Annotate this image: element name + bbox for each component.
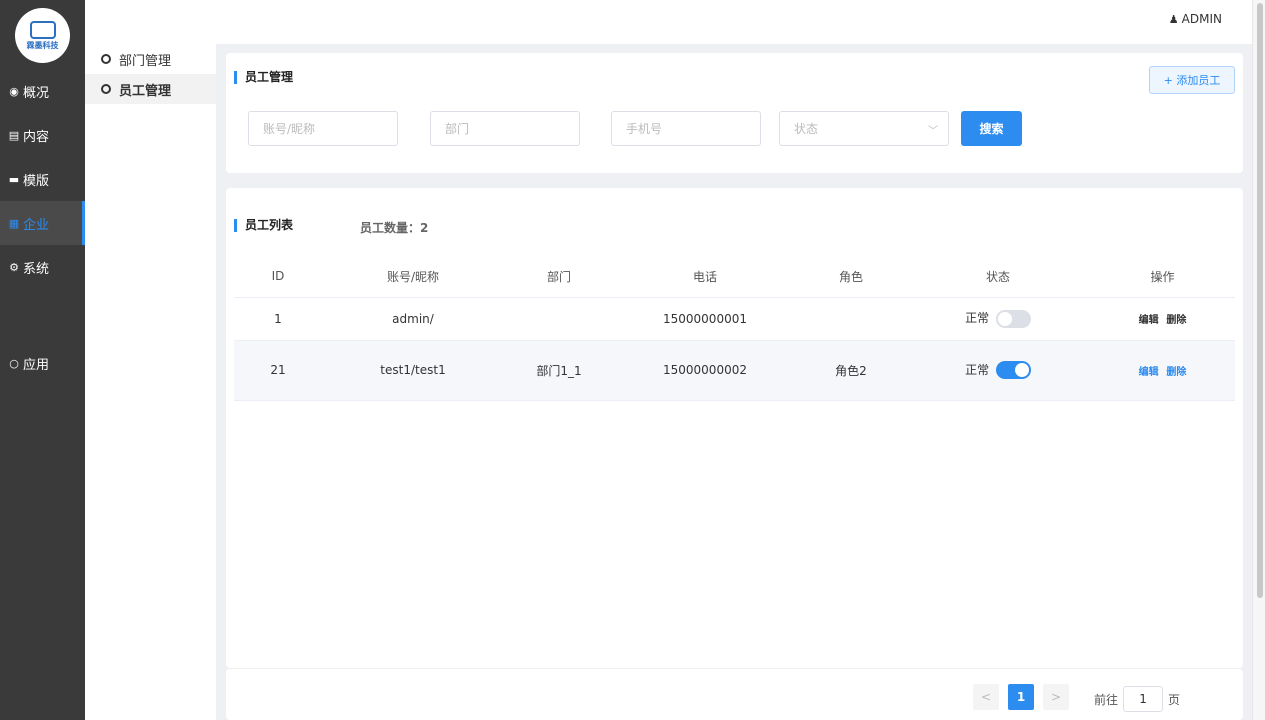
column-header: ID (234, 256, 322, 298)
employee-count: 员工数量：2 (360, 221, 429, 235)
main-sidebar: 霖墨科技 ◉ 概况 ▤ 内容 ▬ 模版 ▦ 企业 ⚙ 系统 ○ 应用 (0, 0, 85, 720)
department-input[interactable]: 部门 (430, 111, 580, 146)
page-number-button[interactable]: 1 (1008, 684, 1034, 710)
toggle-knob (997, 311, 1012, 326)
status-toggle[interactable] (995, 309, 1031, 328)
column-header: 账号/昵称 (322, 256, 504, 298)
sidebar-item-label: 应用 (23, 357, 50, 373)
employee-table: ID 账号/昵称 部门 电话 角色 状态 操作 1 admin/ 1500000… (234, 256, 1235, 401)
page-jumper: 前往 1 页 (1094, 686, 1180, 712)
status-select[interactable]: 状态 ﹀ (779, 111, 949, 146)
sidebar-item-system[interactable]: ⚙ 系统 (0, 245, 85, 289)
cell-role: 角色2 (796, 340, 906, 401)
column-header: 状态 (906, 256, 1090, 298)
status-select-placeholder: 状态 (794, 122, 819, 136)
edit-link[interactable]: 编辑 (1139, 315, 1159, 326)
sidebar-item-label: 企业 (23, 217, 50, 233)
edit-link[interactable]: 编辑 (1139, 367, 1159, 378)
cell-id: 1 (234, 297, 322, 341)
submenu-item-label: 员工管理 (119, 83, 172, 99)
cell-status: 正常 (906, 340, 1090, 401)
submenu-item-label: 部门管理 (119, 53, 172, 69)
status-text: 正常 (965, 362, 990, 377)
column-header: 角色 (796, 256, 906, 298)
toggle-knob (1014, 363, 1029, 378)
table-header-row: ID 账号/昵称 部门 电话 角色 状态 操作 (234, 256, 1235, 298)
page-jump-input[interactable]: 1 (1123, 686, 1164, 712)
next-page-button[interactable]: > (1043, 684, 1069, 710)
cell-actions: 编辑 删除 (1090, 297, 1235, 341)
goto-label: 前往 (1094, 692, 1119, 707)
submenu-item-departments[interactable]: 部门管理 (85, 44, 216, 74)
chevron-down-icon: ﹀ (928, 126, 938, 137)
cell-account: test1/test1 (322, 340, 504, 401)
page-scrollbar[interactable] (1252, 0, 1265, 720)
sidebar-item-label: 模版 (23, 173, 50, 189)
logo-text: 霖墨科技 (26, 40, 59, 50)
delete-link[interactable]: 删除 (1166, 367, 1186, 378)
cell-status: 正常 (906, 297, 1090, 341)
status-text: 正常 (965, 311, 990, 326)
dashboard-icon: ◉ (9, 84, 19, 98)
sidebar-item-label: 内容 (23, 129, 50, 145)
secondary-menu: 部门管理 员工管理 (85, 44, 216, 720)
cell-id: 21 (234, 340, 322, 401)
circle-icon (101, 54, 111, 64)
column-header: 部门 (504, 256, 614, 298)
phone-input[interactable]: 手机号 (611, 111, 761, 146)
user-name: ADMIN (1181, 12, 1222, 26)
enterprise-icon: ▦ (8, 216, 20, 230)
section-title: 员工列表 (234, 219, 293, 232)
prev-page-button[interactable]: < (973, 684, 999, 710)
user-menu[interactable]: ♟ ADMIN (1169, 12, 1222, 26)
circle-icon (101, 84, 111, 94)
logo-image (29, 20, 56, 39)
sidebar-item-label: 系统 (23, 261, 50, 277)
page-suffix: 页 (1168, 692, 1181, 707)
employee-list-panel: 员工列表 员工数量：2 ID 账号/昵称 部门 电话 角色 状态 操作 1 ad… (226, 188, 1243, 668)
column-header: 电话 (614, 256, 796, 298)
cell-account: admin/ (322, 297, 504, 341)
cell-actions: 编辑 删除 (1090, 340, 1235, 401)
cell-phone: 15000000002 (614, 340, 796, 401)
section-title: 员工管理 (234, 71, 293, 84)
pagination: < 1 > 前往 1 页 (226, 668, 1243, 720)
sidebar-item-apps[interactable]: ○ 应用 (0, 341, 85, 385)
top-header: ♟ ADMIN (85, 0, 1252, 44)
sidebar-item-overview[interactable]: ◉ 概况 (0, 69, 85, 113)
cell-phone: 15000000001 (614, 297, 796, 341)
column-header: 操作 (1090, 256, 1235, 298)
scrollbar-thumb[interactable] (1257, 3, 1263, 598)
search-panel: 员工管理 + 添加员工 账号/昵称 部门 手机号 状态 ﹀ 搜索 (226, 53, 1243, 173)
account-input[interactable]: 账号/昵称 (248, 111, 398, 146)
cell-department (504, 297, 614, 341)
search-button[interactable]: 搜索 (961, 111, 1022, 146)
logo-mark: 霖墨科技 (26, 20, 59, 51)
circle-icon: ○ (9, 356, 19, 370)
sidebar-item-template[interactable]: ▬ 模版 (0, 157, 85, 201)
person-icon: ♟ (1168, 12, 1179, 26)
sidebar-item-label: 概况 (23, 85, 50, 101)
add-employee-button[interactable]: + 添加员工 (1149, 66, 1235, 94)
submenu-item-employees[interactable]: 员工管理 (85, 74, 216, 104)
cell-department: 部门1_1 (504, 340, 614, 401)
sidebar-item-enterprise[interactable]: ▦ 企业 (0, 201, 85, 245)
template-icon: ▬ (8, 172, 20, 186)
company-logo[interactable]: 霖墨科技 (15, 8, 70, 63)
delete-link[interactable]: 删除 (1166, 315, 1186, 326)
status-toggle[interactable] (995, 361, 1031, 380)
sidebar-item-content[interactable]: ▤ 内容 (0, 113, 85, 157)
cell-role (796, 297, 906, 341)
gears-icon: ⚙ (9, 260, 19, 274)
document-icon: ▤ (8, 128, 20, 142)
table-row: 1 admin/ 15000000001 正常 编辑 删除 (234, 297, 1235, 341)
table-row: 21 test1/test1 部门1_1 15000000002 角色2 正常 … (234, 340, 1235, 401)
